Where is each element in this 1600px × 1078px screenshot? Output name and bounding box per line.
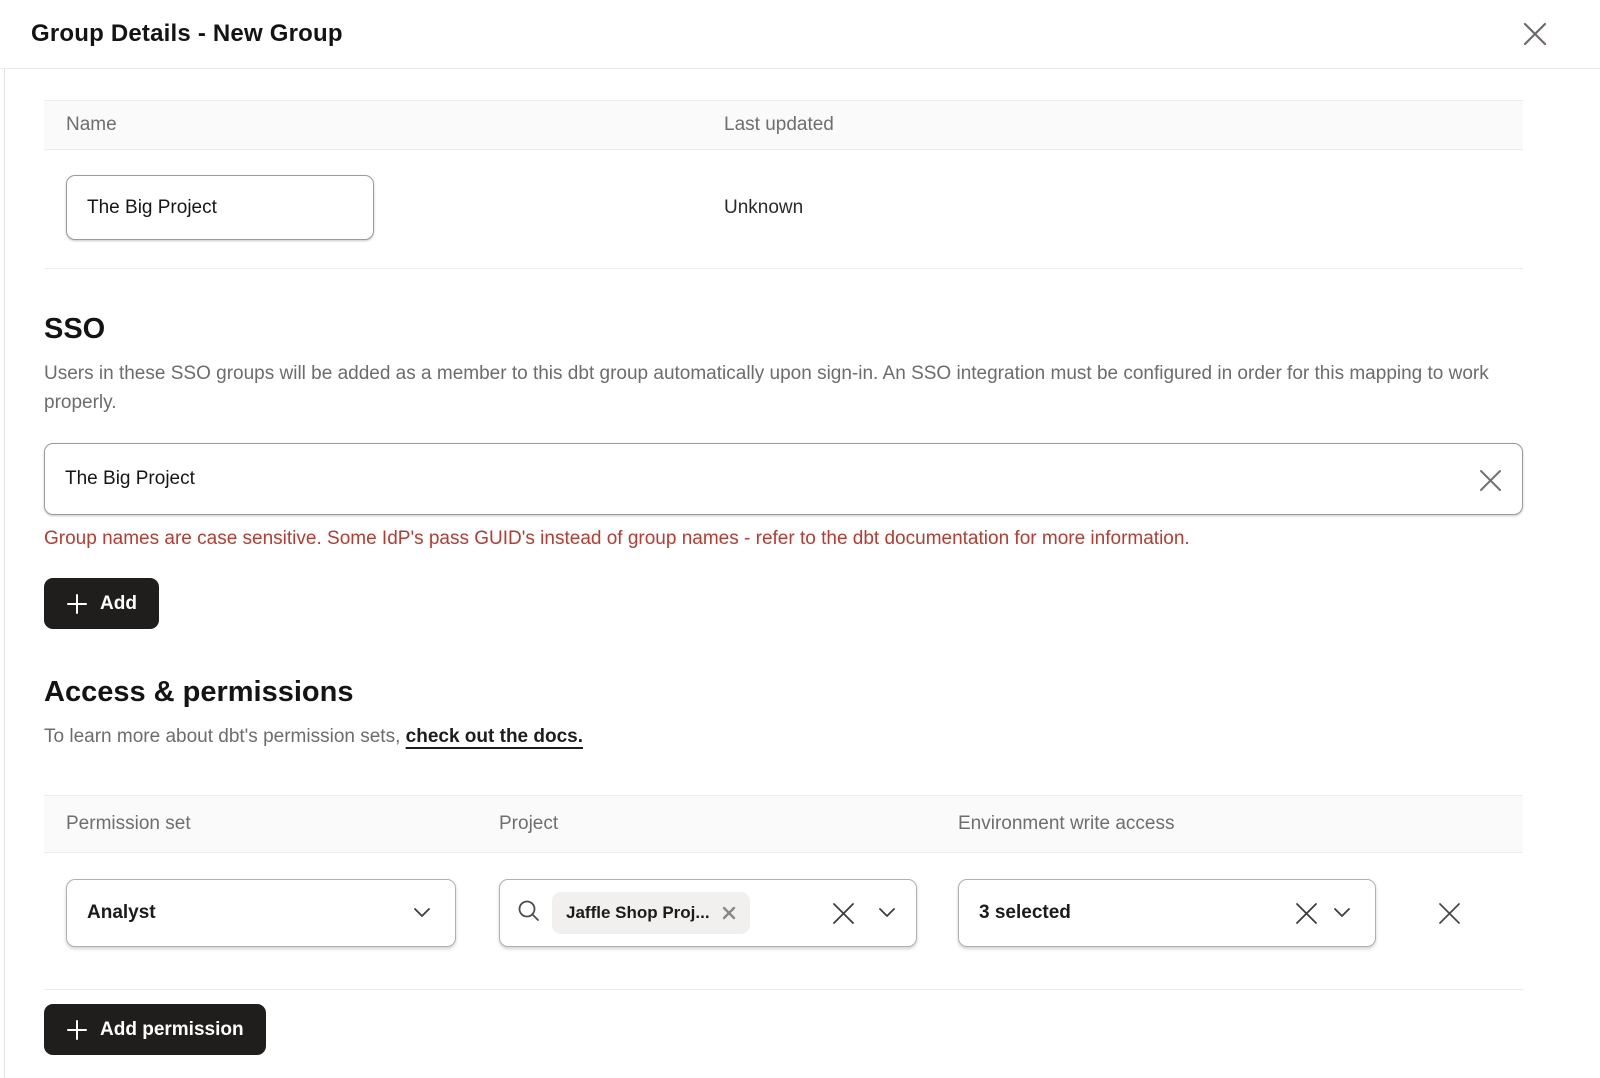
plus-icon — [66, 593, 88, 615]
access-permissions-description: To learn more about dbt's permission set… — [44, 722, 1523, 751]
project-chip-remove-icon[interactable] — [722, 906, 736, 920]
last-updated-value: Unknown — [724, 197, 1523, 219]
sso-heading: SSO — [44, 313, 1523, 346]
access-permissions-heading: Access & permissions — [44, 676, 1523, 709]
add-permission-label: Add permission — [100, 1019, 244, 1041]
sso-group-input[interactable] — [44, 443, 1523, 515]
sso-helper-error-text: Group names are case sensitive. Some IdP… — [44, 528, 1523, 550]
access-permissions-section: Access & permissions To learn more about… — [44, 676, 1523, 1055]
group-name-input[interactable] — [66, 175, 374, 240]
group-info-row: Unknown — [44, 150, 1523, 269]
sso-group-clear-icon[interactable] — [1475, 465, 1505, 495]
chevron-down-icon — [409, 900, 435, 926]
permission-set-select[interactable]: Analyst — [66, 879, 456, 947]
project-clear-icon[interactable] — [828, 898, 858, 928]
delete-permission-row-icon[interactable] — [1432, 896, 1466, 930]
chevron-down-icon — [874, 900, 900, 926]
column-header-environment-write-access: Environment write access — [958, 813, 1523, 835]
add-sso-group-label: Add — [100, 593, 137, 615]
environment-write-access-select[interactable]: 3 selected — [958, 879, 1376, 947]
search-icon — [516, 898, 542, 929]
add-permission-button[interactable]: Add permission — [44, 1004, 266, 1055]
close-x-glyph — [1521, 20, 1549, 48]
sso-group-field — [44, 443, 1523, 515]
permissions-table: Permission set Project Environment write… — [44, 795, 1523, 990]
permission-set-value: Analyst — [87, 902, 156, 924]
group-info-table: Name Last updated Unknown — [44, 100, 1523, 269]
clear-x-glyph — [1477, 467, 1504, 494]
modal-body: Name Last updated Unknown SSO Users in t… — [44, 100, 1523, 1055]
environment-clear-icon[interactable] — [1291, 898, 1321, 928]
permissions-table-header: Permission set Project Environment write… — [44, 795, 1523, 853]
environment-selected-count: 3 selected — [979, 902, 1071, 924]
group-info-table-header: Name Last updated — [44, 100, 1523, 150]
column-header-project: Project — [499, 813, 958, 835]
docs-link[interactable]: check out the docs. — [406, 726, 583, 747]
modal-header: Group Details - New Group — [0, 0, 1600, 69]
close-icon[interactable] — [1518, 17, 1552, 51]
project-chip: Jaffle Shop Proj... — [552, 892, 750, 934]
sso-description: Users in these SSO groups will be added … — [44, 359, 1523, 417]
project-multiselect[interactable]: Jaffle Shop Proj... — [499, 879, 917, 947]
page-title: Group Details - New Group — [31, 20, 343, 48]
add-sso-group-button[interactable]: Add — [44, 578, 159, 629]
column-header-permission-set: Permission set — [66, 813, 499, 835]
chevron-down-icon — [1329, 900, 1355, 926]
project-chip-label: Jaffle Shop Proj... — [566, 903, 710, 923]
permission-row: Analyst — [44, 853, 1523, 990]
column-header-last-updated: Last updated — [724, 114, 1523, 136]
permissions-desc-text: To learn more about dbt's permission set… — [44, 726, 406, 747]
column-header-name: Name — [66, 114, 724, 136]
panel-left-edge — [4, 0, 5, 1078]
sso-section: SSO Users in these SSO groups will be ad… — [44, 313, 1523, 629]
plus-icon — [66, 1019, 88, 1041]
